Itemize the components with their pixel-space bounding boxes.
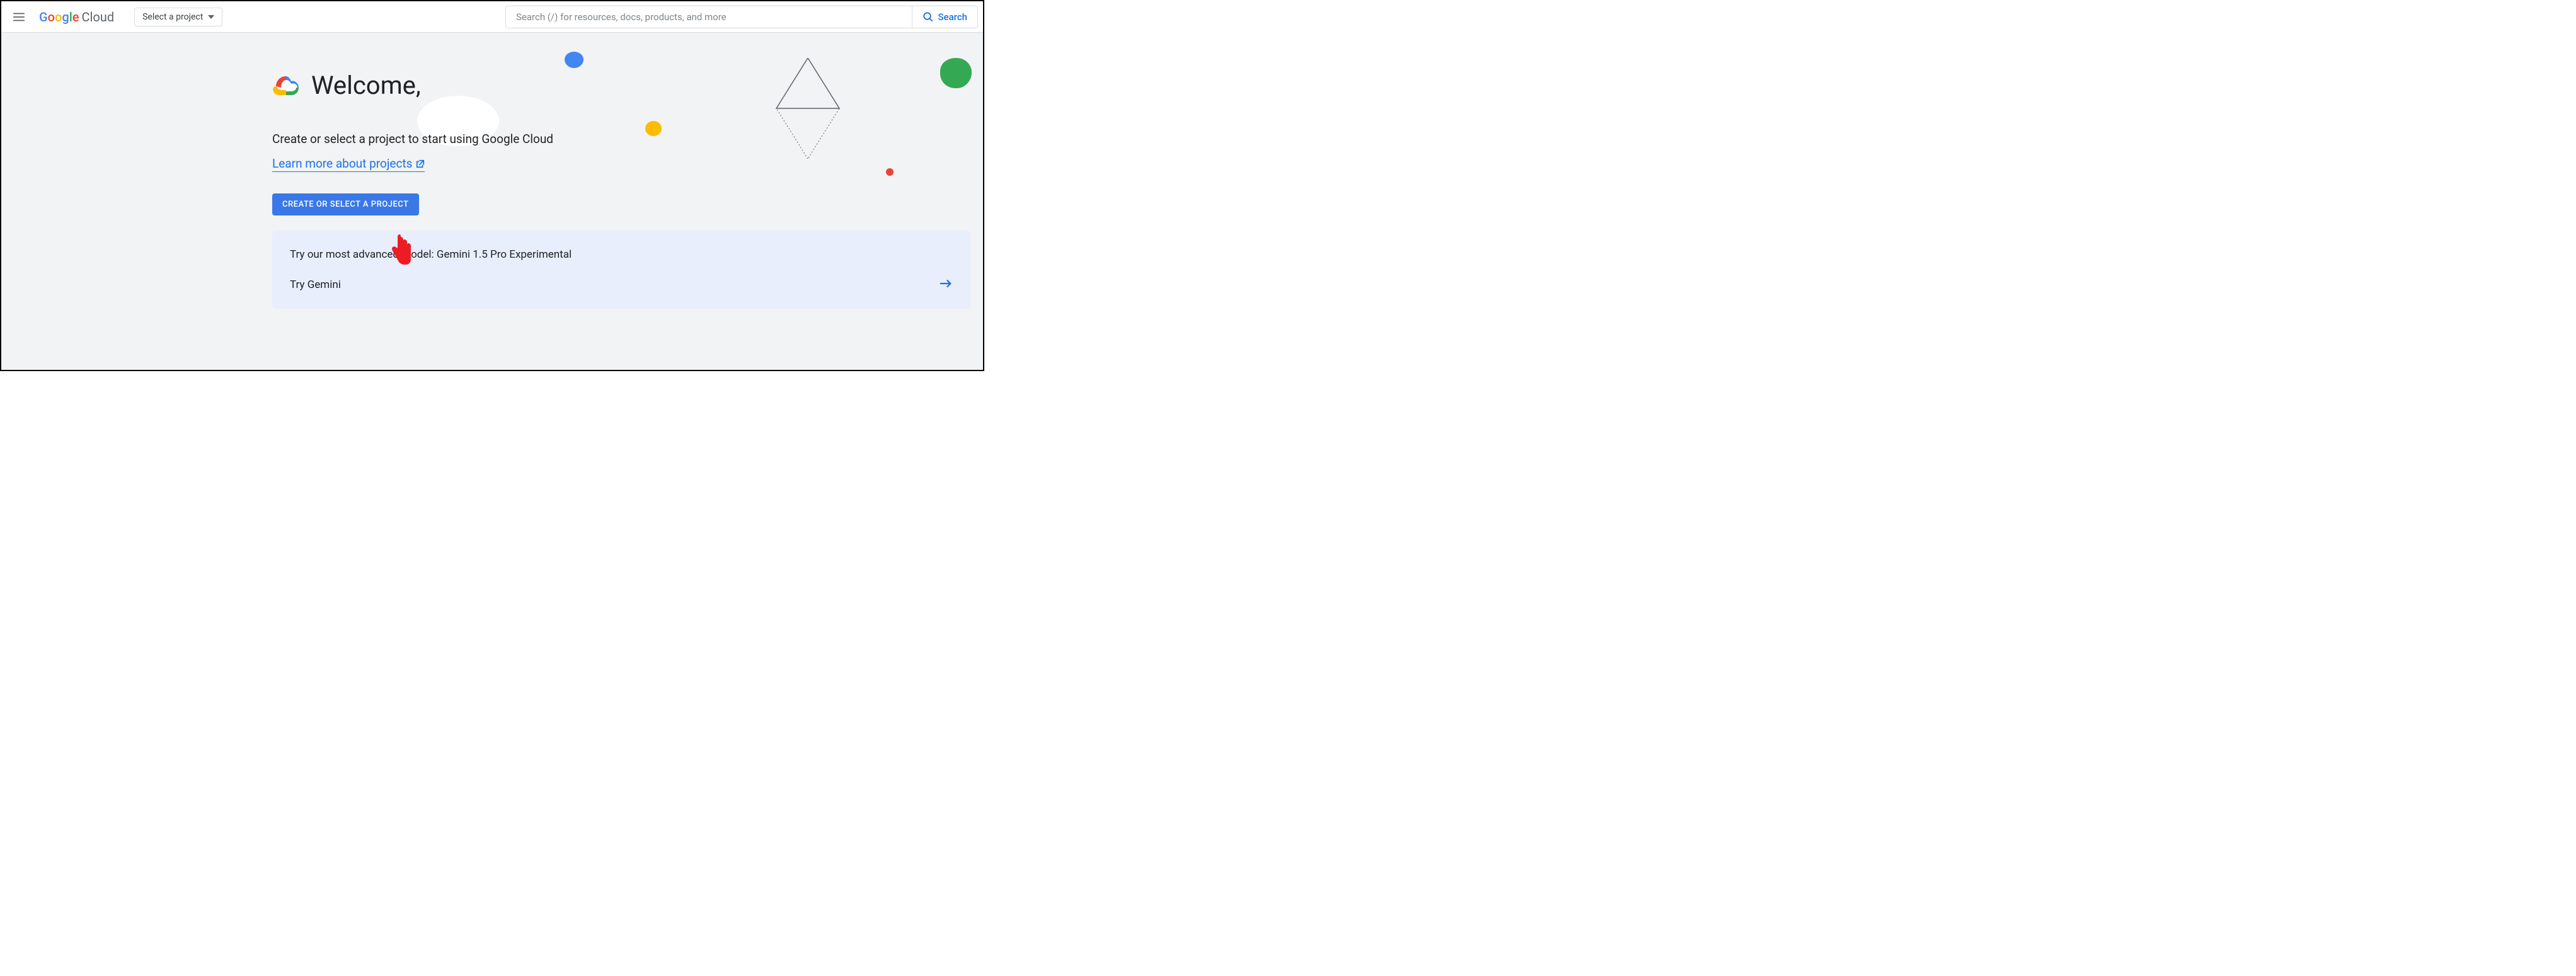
search-button[interactable]: Search [912,6,977,28]
project-selector-label: Select a project [142,12,203,22]
annotation-pointer-hand-icon [388,233,413,268]
search-button-label: Search [938,11,967,23]
external-link-icon [416,159,425,168]
learn-more-link[interactable]: Learn more about projects [272,156,425,172]
gemini-promo-card: Try our most advanced model: Gemini 1.5 … [272,231,970,309]
subtitle-text: Create or select a project to start usin… [272,132,983,146]
google-cloud-logo[interactable]: Google Cloud [39,9,114,25]
hamburger-icon [12,10,26,24]
welcome-title: Welcome, [311,71,421,100]
search-input[interactable] [506,6,912,28]
content-area: Welcome, Create or select a project to s… [1,33,983,370]
promo-arrow-button[interactable] [939,278,953,291]
welcome-row: Welcome, [272,71,983,100]
main-content: Welcome, Create or select a project to s… [1,33,983,309]
create-or-select-project-button[interactable]: CREATE OR SELECT A PROJECT [272,193,419,215]
search-icon [923,11,934,23]
hamburger-menu-button[interactable] [6,4,32,30]
logo-google-text: Google [39,9,79,25]
promo-action-row: Try Gemini [290,278,953,291]
learn-more-label: Learn more about projects [272,156,412,171]
try-gemini-link[interactable]: Try Gemini [290,278,341,291]
chevron-down-icon [208,15,214,19]
logo-cloud-text: Cloud [82,9,115,25]
header: Google Cloud Select a project Search [1,1,983,33]
google-cloud-icon [272,74,300,98]
arrow-right-icon [939,278,953,289]
project-selector-button[interactable]: Select a project [134,8,222,26]
search-container: Search [505,6,978,28]
